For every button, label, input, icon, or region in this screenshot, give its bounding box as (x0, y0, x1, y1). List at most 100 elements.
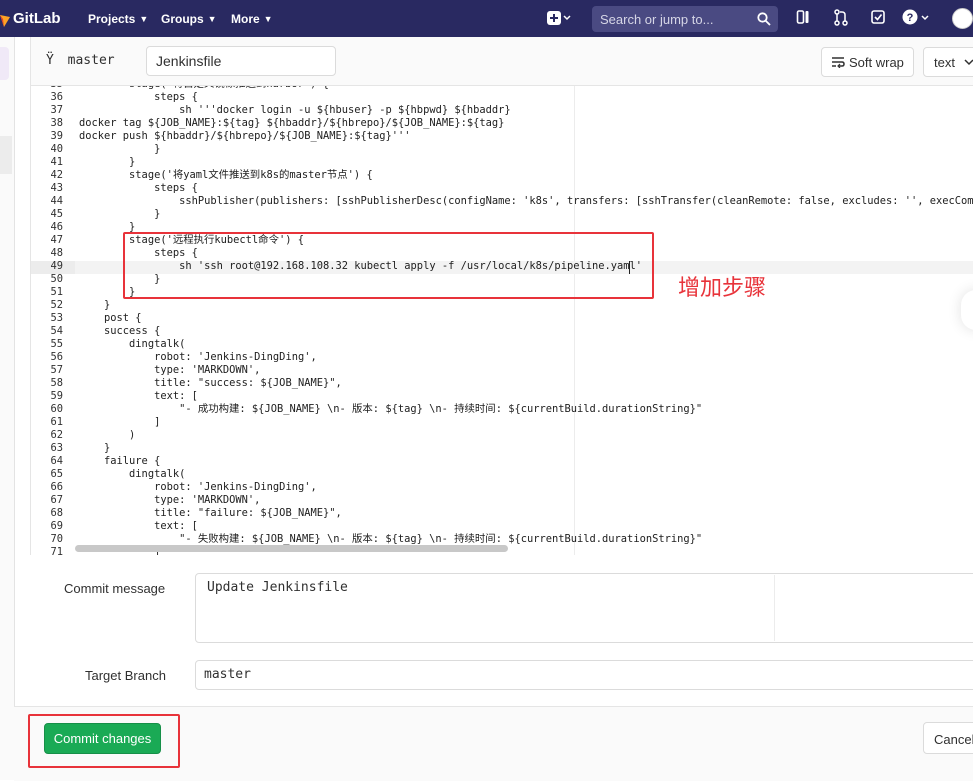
more-menu-label: More (231, 11, 260, 26)
horizontal-scrollbar[interactable] (75, 545, 508, 552)
code-text: post { (79, 312, 142, 324)
file-name-input[interactable]: Jenkinsfile (146, 46, 336, 76)
line-number: 38 (50, 117, 63, 129)
line-number: 37 (50, 104, 63, 116)
gitlab-brand[interactable]: GitLab (13, 0, 61, 37)
code-text: docker push ${hbaddr}/${hbrepo}/${JOB_NA… (79, 130, 411, 142)
code-text: stage('将yaml文件推送到k8s的master节点') { (79, 169, 373, 181)
code-text: ) (79, 429, 136, 441)
line-number: 41 (50, 156, 63, 168)
line-number: 68 (50, 507, 63, 519)
code-text: type: 'MARKDOWN', (79, 364, 261, 376)
highlight-box-commit (28, 714, 180, 768)
code-text: sshPublisher(publishers: [sshPublisherDe… (79, 195, 973, 207)
file-name-value: Jenkinsfile (156, 53, 222, 69)
chevron-down-icon: ▼ (263, 13, 273, 24)
target-branch-field[interactable]: master (195, 660, 973, 690)
more-menu[interactable]: More ▼ (231, 0, 273, 37)
code-text: } (79, 442, 111, 454)
code-text: robot: 'Jenkins-DingDing', (79, 351, 317, 363)
line-number: 63 (50, 442, 63, 454)
line-number: 48 (50, 247, 63, 259)
line-number: 45 (50, 208, 63, 220)
sidebar-item-active[interactable] (0, 47, 9, 80)
todo-icon[interactable] (871, 9, 885, 27)
code-text: success { (79, 325, 161, 337)
line-number: 42 (50, 169, 63, 181)
editor-mode-dropdown[interactable]: text (923, 47, 973, 77)
line-number: 60 (50, 403, 63, 415)
print-margin (574, 86, 575, 555)
cancel-button[interactable]: Cancel (923, 722, 973, 754)
gitlab-logo-icon[interactable] (0, 9, 10, 27)
branch-name: master (67, 53, 115, 68)
annotation-label: 增加步骤 (678, 275, 767, 300)
line-number: 66 (50, 481, 63, 493)
groups-menu-label: Groups (161, 11, 204, 26)
line-number: 54 (50, 325, 63, 337)
sidebar-collapsed (0, 37, 15, 780)
editor-header: Ÿ master Jenkinsfile Soft wrap text (30, 37, 973, 86)
line-number: 44 (50, 195, 63, 207)
code-text: dingtalk( (79, 338, 186, 350)
line-number: 51 (50, 286, 63, 298)
issues-icon[interactable] (796, 9, 810, 27)
line-number: 71 (50, 546, 63, 555)
code-text: dingtalk( (79, 468, 186, 480)
groups-menu[interactable]: Groups ▼ (161, 0, 217, 37)
line-number: 61 (50, 416, 63, 428)
plus-icon[interactable] (546, 9, 572, 27)
line-number: 40 (50, 143, 63, 155)
code-text: } (79, 143, 161, 155)
line-number: 49 (50, 260, 63, 272)
search-icon (757, 12, 771, 26)
branch-indicator: Ÿ master (46, 53, 115, 68)
target-branch-label: Target Branch (85, 668, 166, 683)
code-text: ] (79, 416, 161, 428)
line-number: 67 (50, 494, 63, 506)
code-text: type: 'MARKDOWN', (79, 494, 261, 506)
line-number: 70 (50, 533, 63, 545)
soft-wrap-label: Soft wrap (849, 54, 904, 70)
projects-menu[interactable]: Projects ▼ (88, 0, 148, 37)
soft-wrap-button[interactable]: Soft wrap (821, 47, 914, 77)
line-number: 65 (50, 468, 63, 480)
code-text: text: [ (79, 520, 198, 532)
svg-text:?: ? (907, 12, 914, 24)
line-number: 53 (50, 312, 63, 324)
code-text: failure { (79, 455, 161, 467)
chevron-down-icon (964, 59, 973, 66)
code-text: docker tag ${JOB_NAME}:${tag} ${hbaddr}/… (79, 117, 505, 129)
line-number: 56 (50, 351, 63, 363)
sidebar-item-highlight[interactable] (0, 136, 12, 174)
line-number: 46 (50, 221, 63, 233)
commit-message-label: Commit message (64, 581, 166, 596)
code-editor[interactable]: 35 stage('将自定义镜像推送到harbor') {36 steps {3… (30, 86, 973, 555)
line-number: 57 (50, 364, 63, 376)
line-number: 50 (50, 273, 63, 285)
merge-request-icon[interactable] (834, 9, 848, 27)
branch-icon: Ÿ (46, 53, 54, 68)
commit-message-value: Update Jenkinsfile (207, 580, 348, 595)
code-text: steps { (79, 91, 198, 103)
search-input[interactable]: Search or jump to... (592, 6, 778, 32)
code-text: } (79, 299, 111, 311)
line-number: 58 (50, 377, 63, 389)
avatar[interactable] (952, 8, 973, 29)
line-number: 39 (50, 130, 63, 142)
commit-message-field[interactable]: Update Jenkinsfile (195, 573, 973, 643)
line-number: 64 (50, 455, 63, 467)
top-navbar: GitLab Projects ▼ Groups ▼ More ▼ Search or… (0, 0, 973, 37)
line-number: 69 (50, 520, 63, 532)
search-placeholder: Search or jump to... (600, 11, 714, 27)
help-icon[interactable]: ? (902, 9, 930, 27)
code-text: steps { (79, 182, 198, 194)
code-text: title: "success: ${JOB_NAME}", (79, 377, 342, 389)
target-branch-value: master (204, 667, 251, 682)
code-text: text: [ (79, 390, 198, 402)
line-number: 55 (50, 338, 63, 350)
commit-message-divider (774, 575, 775, 641)
chevron-down-icon: ▼ (139, 13, 149, 24)
highlight-box-new-stage (123, 232, 654, 299)
code-text: title: "failure: ${JOB_NAME}", (79, 507, 342, 519)
